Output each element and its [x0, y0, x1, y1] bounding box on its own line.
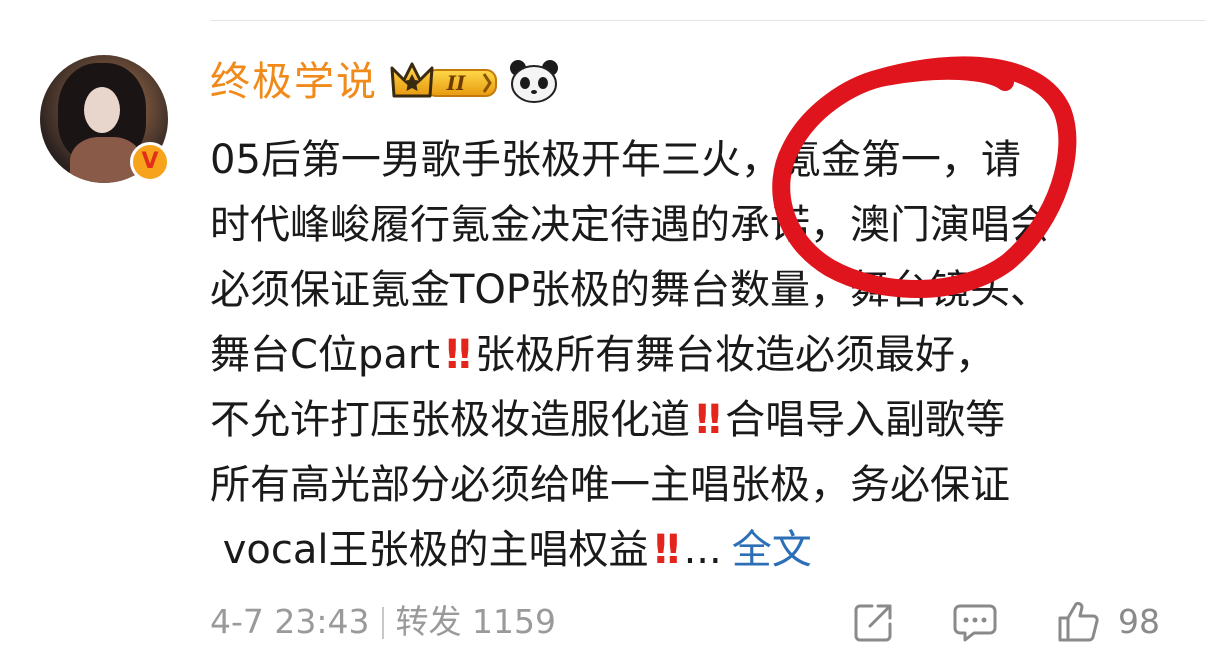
username[interactable]: 终极学说 [210, 58, 378, 106]
top-divider [210, 20, 1206, 21]
post-line: 时代峰峻履行氪金决定待遇的承诺，澳门演唱会 [210, 202, 1050, 248]
level-badge-label: II [446, 71, 466, 95]
crown-badge-icon[interactable]: II [390, 60, 502, 104]
post-line: 不允许打压张极妆造服化道 ‼ 合唱导入副歌等 [210, 397, 1006, 443]
like-icon[interactable] [1056, 600, 1100, 644]
timestamp: 4-7 23:43 [210, 602, 370, 641]
double-exclamation-icon: ‼ [445, 332, 471, 378]
panda-icon [510, 60, 558, 103]
post-meta: 4-7 23:43 转发 1159 [210, 600, 556, 644]
repost-count[interactable]: 转发 1159 [396, 602, 556, 641]
meta-separator [381, 607, 384, 639]
share-icon[interactable] [852, 600, 896, 644]
post-line: 舞台C位part ‼ 张极所有舞台妆造必须最好， [210, 332, 996, 378]
verified-v-icon: V [130, 142, 170, 182]
post-line: 05后第一男歌手张极开年三火，氪金第一，请 [210, 137, 1021, 183]
post-line: 所有高光部分必须给唯一主唱张极，务必保证 [210, 462, 1010, 508]
double-exclamation-icon: ‼ [654, 527, 679, 573]
comment-icon[interactable] [952, 600, 998, 644]
double-exclamation-icon: ‼ [696, 397, 721, 443]
post-line: 必须保证氪金TOP张极的舞台数量，舞台镜头、 [210, 267, 1051, 313]
post-body[interactable]: 05后第一男歌手张极开年三火，氪金第一，请 时代峰峻履行氪金决定待遇的承诺，澳门… [210, 128, 1170, 583]
like-count: 98 [1118, 602, 1160, 641]
post-line: vocal王张极的主唱权益 ‼... 全文 [222, 527, 812, 573]
expand-full-text-link[interactable]: 全文 [732, 527, 812, 573]
